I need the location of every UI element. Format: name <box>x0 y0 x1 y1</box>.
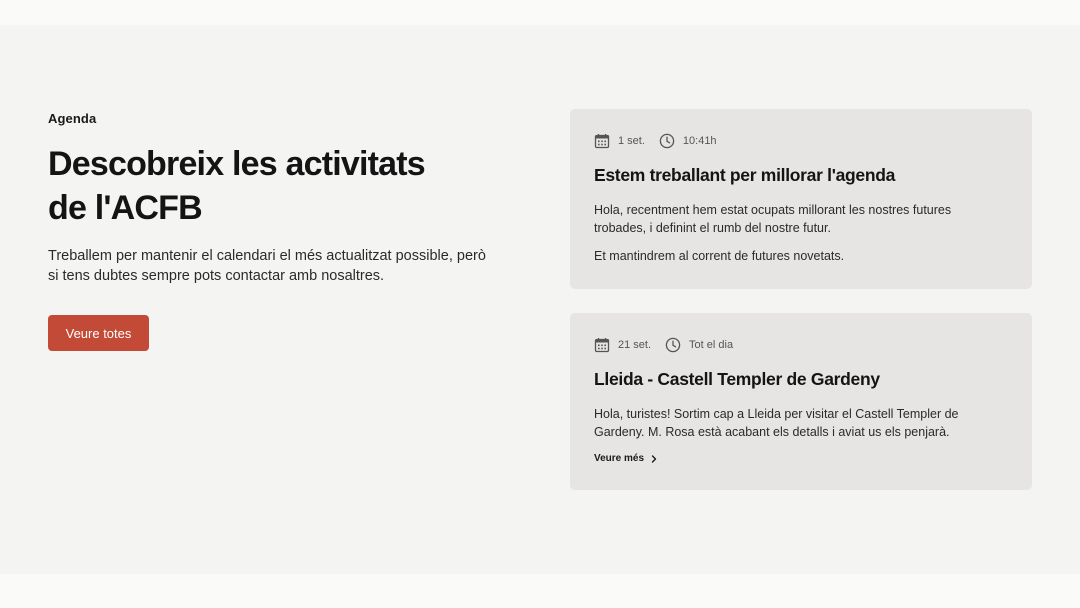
event-title: Lleida - Castell Templer de Gardeny <box>594 369 880 389</box>
event-description: Hola, recentment hem estat ocupats millo… <box>594 201 1004 265</box>
page-title: Descobreix les activitats de l'ACFB <box>48 145 426 227</box>
event-paragraph: Hola, recentment hem estat ocupats millo… <box>594 203 952 235</box>
calendar-icon <box>594 337 610 353</box>
clock-icon <box>665 337 681 353</box>
event-meta: 1 set. 10:41h <box>594 133 717 149</box>
read-more-label: Veure més <box>594 453 645 464</box>
event-card: 21 set. Tot el dia Lleida - Castell Temp… <box>570 313 1032 490</box>
event-time: Tot el dia <box>689 339 734 351</box>
section-description: Treballem per mantenir el calendari el m… <box>48 248 486 284</box>
section-eyebrow: Agenda <box>48 111 97 126</box>
clock-icon <box>659 133 675 149</box>
event-paragraph: Et mantindrem al corrent de futures nove… <box>594 249 845 263</box>
agenda-intro: Agenda Descobreix les activitats de l'AC… <box>48 111 508 351</box>
read-more-link[interactable]: Veure més <box>594 453 658 464</box>
agenda-section: Agenda Descobreix les activitats de l'AC… <box>0 25 1080 574</box>
event-meta: 21 set. Tot el dia <box>594 337 733 353</box>
event-description: Hola, turistes! Sortim cap a Lleida per … <box>594 405 1004 441</box>
event-title: Estem treballant per millorar l'agenda <box>594 165 896 185</box>
event-time: 10:41h <box>682 135 717 147</box>
calendar-icon <box>594 133 610 149</box>
view-all-button[interactable]: Veure totes <box>48 315 149 351</box>
event-card: 1 set. 10:41h Estem treballant per millo… <box>570 109 1032 289</box>
chevron-right-icon <box>650 454 658 463</box>
event-date: 21 set. <box>618 339 652 351</box>
event-date: 1 set. <box>618 135 645 147</box>
event-paragraph: Hola, turistes! Sortim cap a Lleida per … <box>594 407 959 439</box>
